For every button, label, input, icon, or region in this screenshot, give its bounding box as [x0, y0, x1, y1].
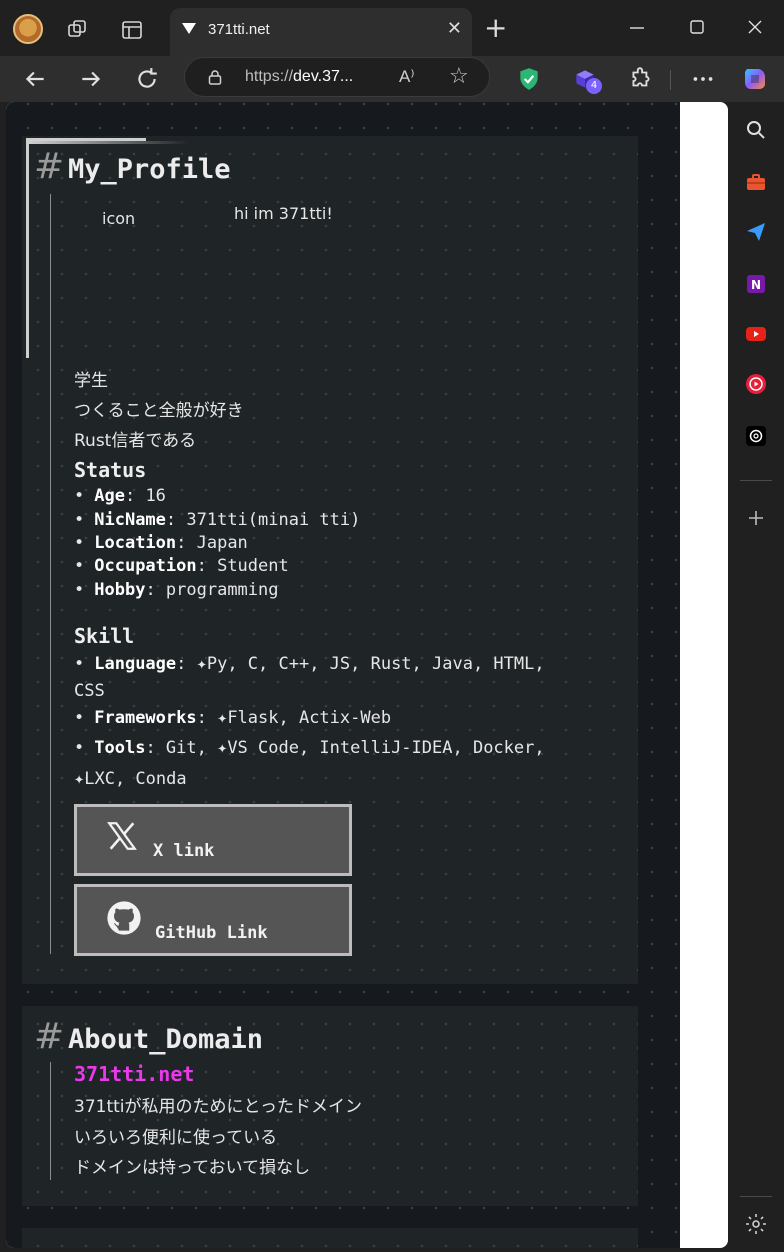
more-menu-icon[interactable] — [690, 66, 716, 92]
sidebar-settings-gear-icon[interactable] — [744, 1212, 768, 1236]
toolbar-divider — [670, 70, 671, 90]
tab-strip: 371tti.net ✕ + — [0, 0, 784, 56]
send-icon[interactable] — [744, 220, 768, 244]
github-link-button[interactable]: GitHub Link — [74, 884, 352, 956]
sidebar-divider-bottom — [740, 1196, 772, 1197]
copilot-icon[interactable] — [740, 64, 770, 94]
page-viewport: # My_Profile icon hi im 371tti! 学生 つくること… — [6, 102, 728, 1248]
address-toolbar: https://dev.37... A⁾ ☆ 4 — [0, 56, 784, 102]
bio-line: 学生 — [74, 371, 108, 391]
shield-extension-icon[interactable] — [516, 66, 542, 92]
domain-card: # About_Domain 371tti.net 371ttiが私用のためにと… — [22, 1006, 638, 1206]
status-item: • Age: 16 — [74, 486, 166, 506]
x-link-label: X link — [153, 841, 215, 861]
search-icon[interactable] — [744, 118, 768, 142]
section-hash-icon: # — [34, 146, 65, 187]
chatgpt-icon[interactable] — [744, 424, 768, 448]
x-logo-icon — [107, 822, 137, 850]
extensions-puzzle-icon[interactable] — [628, 66, 654, 92]
profile-icon-image: icon — [102, 209, 136, 228]
edge-sidebar: N — [728, 102, 784, 1252]
status-item: • Occupation: Student — [74, 556, 289, 576]
address-bar[interactable]: https://dev.37... A⁾ ☆ — [184, 57, 490, 97]
sidebar-divider — [740, 480, 772, 481]
section-hash-icon: # — [34, 1016, 65, 1057]
skill-item: • Language: ✦Py, C, C++, JS, Rust, Java, … — [74, 654, 545, 674]
window-close-icon[interactable] — [746, 18, 764, 36]
svg-text:N: N — [751, 278, 761, 292]
skill-item-continuation: CSS — [74, 681, 105, 701]
domain-description-line: ドメインは持っておいて損なし — [74, 1158, 311, 1178]
domain-section-title: About_Domain — [68, 1024, 264, 1055]
extension-badge: 4 — [586, 78, 602, 94]
skill-item: • Tools: Git, ✦VS Code, IntelliJ-IDEA, Do… — [74, 738, 545, 758]
page-content: # My_Profile icon hi im 371tti! 学生 つくること… — [6, 102, 680, 1248]
profile-section-title: My_Profile — [68, 154, 231, 185]
maximize-icon[interactable] — [688, 18, 706, 36]
media-player-icon[interactable] — [744, 372, 768, 396]
minimize-icon[interactable] — [628, 18, 646, 36]
github-link-label: GitHub Link — [155, 923, 268, 943]
read-aloud-icon[interactable]: A⁾ — [399, 67, 415, 87]
greeting-text: hi im 371tti! — [234, 204, 333, 223]
x-link-button[interactable]: X link — [74, 804, 352, 876]
favorite-star-icon[interactable]: ☆ — [449, 64, 469, 89]
new-tab-icon[interactable]: + — [484, 14, 507, 42]
profile-avatar[interactable] — [13, 14, 43, 44]
tab-close-icon[interactable]: ✕ — [447, 18, 462, 39]
back-icon[interactable] — [22, 66, 48, 92]
domain-description-line: 371ttiが私用のためにとったドメイン — [74, 1097, 362, 1117]
section-rule — [50, 194, 51, 954]
workspaces-icon[interactable] — [66, 18, 90, 42]
lock-icon[interactable] — [207, 69, 223, 85]
bio-line: Rust信者である — [74, 431, 197, 451]
refresh-icon[interactable] — [134, 66, 160, 92]
skill-heading: Skill — [74, 624, 135, 648]
section-rule — [50, 1062, 51, 1180]
onenote-icon[interactable]: N — [744, 272, 768, 296]
bio-line: つくること全般が好き — [74, 401, 244, 421]
add-sidebar-app-icon[interactable] — [744, 506, 768, 530]
status-item: • NicName: 371tti(minai tti) — [74, 510, 361, 530]
domain-link[interactable]: 371tti.net — [74, 1062, 194, 1086]
status-heading: Status — [74, 458, 147, 482]
skill-item-continuation: ✦LXC, Conda — [74, 769, 187, 789]
tools-briefcase-icon[interactable] — [744, 170, 768, 194]
domain-description-line: いろいろ便利に使っている — [74, 1128, 278, 1148]
github-logo-icon — [107, 901, 141, 935]
url-text[interactable]: https://dev.37... — [245, 68, 353, 86]
tab-favicon-icon — [182, 23, 196, 34]
profile-card: # My_Profile icon hi im 371tti! 学生 つくること… — [22, 136, 638, 984]
status-item: • Hobby: programming — [74, 580, 279, 600]
forward-icon[interactable] — [78, 66, 104, 92]
skill-item: • Frameworks: ✦Flask, Actix-Web — [74, 708, 392, 728]
youtube-icon[interactable] — [744, 322, 768, 346]
next-card-partial — [22, 1228, 638, 1248]
status-item: • Location: Japan — [74, 533, 248, 553]
tab-title: 371tti.net — [208, 21, 270, 38]
active-tab[interactable]: 371tti.net ✕ — [170, 8, 472, 56]
vertical-tabs-icon[interactable] — [120, 18, 144, 42]
